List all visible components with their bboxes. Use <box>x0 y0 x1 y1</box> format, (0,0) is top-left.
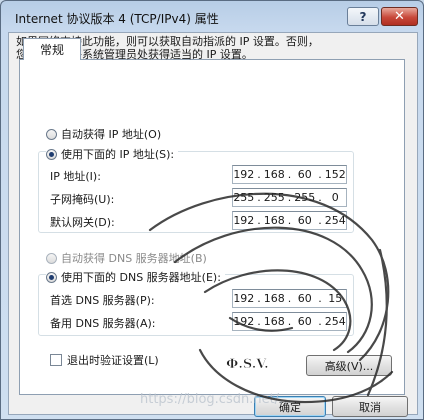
ip-octet: 255 <box>294 191 316 204</box>
ip-dot: . <box>318 191 322 204</box>
help-button[interactable]: ? <box>347 7 379 26</box>
radio-manual-ip[interactable]: 使用下面的 IP 地址(S): <box>46 146 179 162</box>
alternate-dns-input[interactable]: 192. 168. 60. 254 <box>232 312 347 331</box>
ip-octet: 15 <box>328 292 343 305</box>
radio-auto-ip-label: 自动获得 IP 地址(O) <box>61 128 162 141</box>
window-title: Internet 协议版本 4 (TCP/IPv4) 属性 <box>15 12 219 26</box>
ip-octet: 255 <box>233 191 255 204</box>
validate-on-exit-label: 退出时验证设置(L) <box>67 354 159 367</box>
ip-octet: 152 <box>324 168 346 181</box>
checkbox-indicator <box>50 354 62 366</box>
radio-auto-dns[interactable]: 自动获得 DNS 服务器地址(B) <box>46 250 211 266</box>
advanced-button[interactable]: 高级(V)... <box>306 355 392 376</box>
radio-auto-ip[interactable]: 自动获得 IP 地址(O) <box>46 126 166 142</box>
title-bar[interactable]: Internet 协议版本 4 (TCP/IPv4) 属性 ? ✕ <box>0 0 424 32</box>
ip-dot: . <box>318 292 322 305</box>
ip-dot: . <box>287 292 292 305</box>
ip-dot: . <box>257 292 261 305</box>
ip-dot: . <box>257 315 261 328</box>
ip-address-input[interactable]: 192. 168. 60. 152 <box>232 165 347 184</box>
ip-dot: . <box>257 191 261 204</box>
ip-octet: 192 <box>233 168 255 181</box>
close-button[interactable]: ✕ <box>381 7 418 26</box>
ip-octet: 254 <box>324 214 346 227</box>
cancel-button[interactable]: 取消 <box>332 396 408 417</box>
validate-on-exit-checkbox[interactable]: 退出时验证设置(L) <box>50 352 159 368</box>
ip-octet: 192 <box>233 214 255 227</box>
tab-general[interactable]: 常规 <box>23 38 81 60</box>
ip-dot: . <box>318 214 322 227</box>
ip-octet: 0 <box>331 191 339 204</box>
alternate-dns-label: 备用 DNS 服务器(A): <box>50 317 156 330</box>
ip-dot: . <box>318 315 322 328</box>
subnet-mask-input[interactable]: 255. 255. 255. 0 <box>232 188 347 207</box>
subnet-mask-label: 子网掩码(U): <box>50 193 115 206</box>
ip-dot: . <box>318 168 322 181</box>
default-gateway-label: 默认网关(D): <box>50 216 115 229</box>
radio-auto-dns-indicator <box>46 252 57 264</box>
radio-manual-dns-indicator <box>46 271 57 283</box>
preferred-dns-input[interactable]: 192. 168. 60. 15 <box>232 289 347 308</box>
ip-octet: 60 <box>297 168 312 181</box>
preferred-dns-label: 首选 DNS 服务器(P): <box>50 294 155 307</box>
radio-manual-ip-indicator <box>46 148 57 160</box>
default-gateway-input[interactable]: 192. 168. 60. 254 <box>232 211 347 230</box>
ip-dot: . <box>257 168 261 181</box>
ip-octet: 168 <box>263 214 285 227</box>
ip-dot: . <box>287 315 292 328</box>
ip-octet: 192 <box>233 292 255 305</box>
radio-auto-ip-indicator <box>46 128 57 140</box>
ip-octet: 168 <box>263 168 285 181</box>
ip-octet: 168 <box>263 292 285 305</box>
ip-octet: 60 <box>297 315 312 328</box>
ip-dot: . <box>287 214 292 227</box>
ip-dot: . <box>287 168 292 181</box>
ip-octet: 255 <box>263 191 285 204</box>
ip-octet: 60 <box>297 292 312 305</box>
radio-auto-dns-label: 自动获得 DNS 服务器地址(B) <box>61 252 207 265</box>
ip-dot: . <box>257 214 261 227</box>
ip-dot: . <box>287 191 292 204</box>
ip-octet: 254 <box>324 315 346 328</box>
radio-manual-dns[interactable]: 使用下面的 DNS 服务器地址(E): <box>46 269 225 285</box>
ip-address-label: IP 地址(I): <box>50 170 101 183</box>
ip-octet: 168 <box>263 315 285 328</box>
radio-manual-ip-label: 使用下面的 IP 地址(S): <box>61 148 175 161</box>
watermark-text: https://blog.csdn.net/... <box>140 392 292 407</box>
ip-octet: 192 <box>233 315 255 328</box>
ip-octet: 60 <box>297 214 312 227</box>
radio-manual-dns-label: 使用下面的 DNS 服务器地址(E): <box>61 271 221 284</box>
